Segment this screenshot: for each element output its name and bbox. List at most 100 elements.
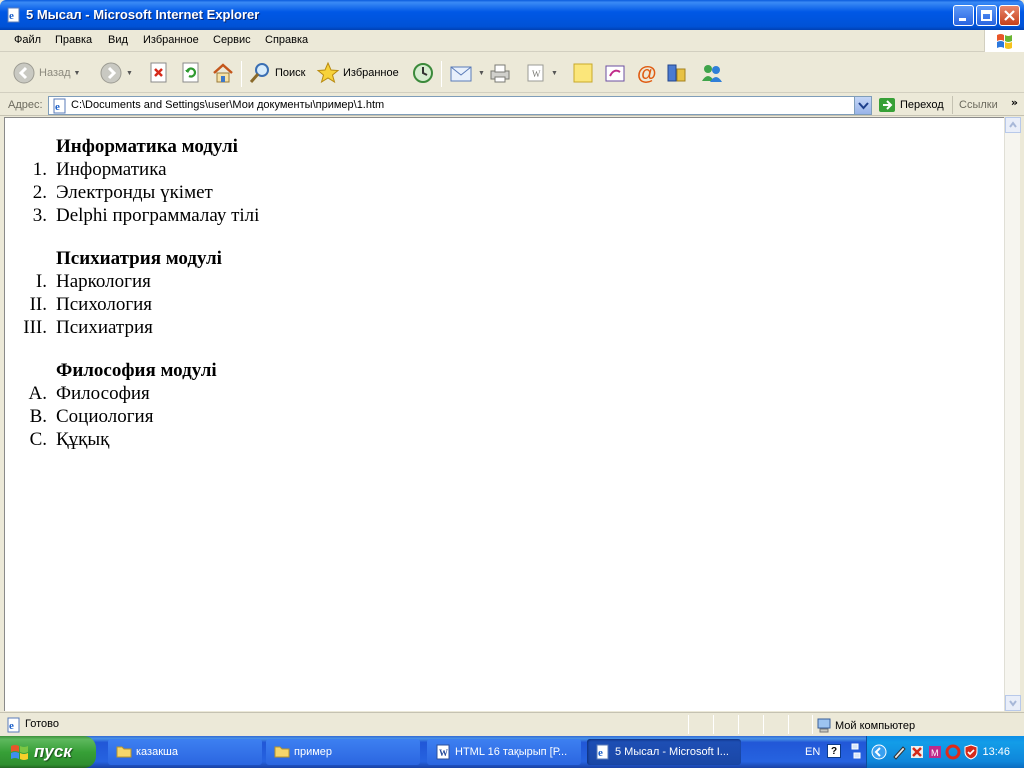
list-item-text: Философия	[56, 383, 150, 404]
ie-page-icon: e	[52, 98, 68, 117]
search-button[interactable]: Поиск	[248, 60, 305, 86]
svg-text:W: W	[439, 748, 448, 758]
messenger-people-icon	[702, 65, 722, 82]
maximize-button[interactable]	[976, 5, 997, 26]
mail-button[interactable]: ▼	[449, 60, 485, 86]
menu-edit[interactable]: Правка	[55, 34, 92, 46]
print-button[interactable]	[488, 60, 512, 86]
menu-file[interactable]: Файл	[14, 34, 41, 46]
chevron-down-icon[interactable]: ▼	[478, 70, 485, 77]
minimize-icon	[959, 18, 966, 21]
messenger-at-button[interactable]: @	[635, 60, 659, 86]
tray-collapse-icon[interactable]	[871, 744, 887, 763]
search-label: Поиск	[275, 67, 306, 79]
task-button-primer[interactable]: пример	[266, 739, 420, 765]
minimize-button[interactable]	[953, 5, 974, 26]
svg-text:W: W	[532, 69, 541, 79]
menu-favorites[interactable]: Избранное	[143, 34, 199, 46]
menu-bar: Файл Правка Вид Избранное Сервис Справка	[0, 30, 1024, 52]
links-button[interactable]: Ссылки	[952, 96, 998, 114]
forward-arrow-icon	[100, 62, 122, 84]
status-divider	[688, 715, 689, 734]
list-item: III. Психиатрия	[5, 316, 1004, 339]
star-icon	[316, 61, 340, 84]
toolbar-separator	[441, 61, 442, 87]
menu-tools[interactable]: Сервис	[213, 34, 251, 46]
svg-text:e: e	[55, 101, 60, 113]
start-button[interactable]: пуск	[0, 736, 96, 768]
ie-page-icon: e	[595, 744, 611, 763]
network-icon[interactable]	[850, 743, 862, 764]
research-button[interactable]	[603, 60, 629, 86]
links-label: Ссылки	[959, 99, 998, 111]
zone-label: Мой компьютер	[835, 719, 916, 732]
refresh-button[interactable]	[180, 60, 202, 86]
menu-view[interactable]: Вид	[108, 34, 128, 46]
section-heading: Психиатрия модулі	[56, 248, 222, 269]
language-indicator[interactable]: EN	[805, 746, 820, 758]
favorites-label: Избранное	[343, 67, 399, 79]
printer-icon	[490, 64, 510, 83]
dictionary-icon[interactable]: M	[927, 744, 943, 763]
svg-text:e: e	[9, 720, 14, 732]
stop-button[interactable]	[148, 60, 170, 86]
close-icon	[1004, 10, 1015, 21]
list-item-text: Социология	[56, 406, 154, 427]
go-button[interactable]: Переход	[878, 96, 944, 114]
address-bar: Адрес: e C:\Documents and Settings\user\…	[0, 94, 1024, 116]
menu-help[interactable]: Справка	[265, 34, 308, 46]
refresh-icon	[182, 62, 199, 83]
address-input[interactable]: e C:\Documents and Settings\user\Мои док…	[48, 96, 872, 115]
chevron-down-icon[interactable]: ▼	[551, 70, 558, 77]
history-button[interactable]	[411, 60, 435, 86]
task-label: HTML 16 тақырып [Р...	[455, 746, 568, 758]
title-bar[interactable]: e 5 Мысал - Microsoft Internet Explorer	[0, 0, 1024, 30]
address-url[interactable]: C:\Documents and Settings\user\Мои докум…	[71, 99, 384, 111]
chevron-down-icon[interactable]: ▼	[74, 70, 81, 77]
media-button[interactable]	[665, 60, 689, 86]
red-x-icon[interactable]	[909, 744, 925, 763]
task-button-word-document[interactable]: W HTML 16 тақырып [Р...	[427, 739, 581, 765]
task-button-kazaksha[interactable]: казакша	[108, 739, 262, 765]
search-icon	[249, 63, 269, 83]
chevron-down-icon[interactable]: ▼	[126, 70, 133, 77]
list-item-text: Наркология	[56, 271, 151, 292]
clock[interactable]: 13:46	[982, 746, 1010, 758]
list-item: B. Социология	[5, 405, 1004, 428]
forward-button[interactable]: ▼	[99, 60, 133, 86]
scroll-down-button[interactable]	[1005, 695, 1021, 711]
security-shield-icon[interactable]	[963, 744, 979, 763]
task-label: казакша	[136, 746, 178, 758]
vertical-scrollbar[interactable]	[1004, 117, 1021, 711]
ie-page-icon: e	[6, 7, 22, 23]
scroll-up-button[interactable]	[1005, 117, 1021, 133]
edit-button[interactable]: W ▼	[524, 60, 558, 86]
word-edit-icon: W	[527, 64, 544, 82]
research-book-icon	[605, 65, 625, 82]
mail-icon	[450, 66, 472, 82]
list-marker: 3.	[32, 205, 47, 226]
address-dropdown-button[interactable]	[854, 97, 871, 114]
go-arrow-icon	[879, 98, 895, 112]
pen-tool-icon[interactable]	[891, 744, 907, 763]
close-button[interactable]	[999, 5, 1020, 26]
messenger-button[interactable]	[699, 60, 725, 86]
chevron-right-double-icon[interactable]: »	[1011, 96, 1018, 109]
windows-flag-icon	[10, 743, 30, 764]
svg-text:e: e	[9, 10, 14, 22]
help-icon[interactable]: ?	[827, 744, 841, 758]
home-button[interactable]	[211, 60, 235, 86]
task-button-ie-window[interactable]: e 5 Мысал - Microsoft I...	[587, 739, 741, 765]
window-title: 5 Мысал - Microsoft Internet Explorer	[26, 7, 260, 22]
discuss-button[interactable]	[571, 60, 595, 86]
status-text: Готово	[25, 718, 59, 730]
opera-icon[interactable]	[945, 744, 961, 763]
list-item: 3. Delphi программалау тілі	[5, 204, 1004, 227]
list-item: II. Психология	[5, 293, 1004, 316]
stop-icon	[150, 62, 167, 83]
back-button[interactable]: Назад ▼	[12, 60, 80, 86]
status-divider	[812, 715, 813, 734]
favorites-button[interactable]: Избранное	[316, 60, 399, 86]
status-bar: e Готово Мой компьютер	[0, 712, 1024, 736]
task-label: 5 Мысал - Microsoft I...	[615, 746, 729, 758]
